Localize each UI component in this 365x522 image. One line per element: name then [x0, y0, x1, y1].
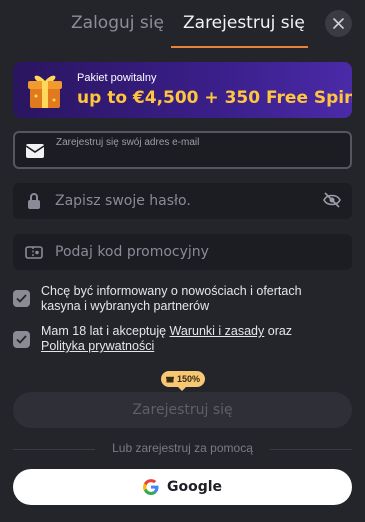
envelope-icon [25, 144, 45, 158]
terms-text-before: Mam 18 lat i akceptuję [41, 324, 170, 338]
newsletter-consent-row: Chcę być informowany o nowościach i ofer… [13, 284, 352, 316]
gift-icon [166, 376, 174, 383]
promo-code-placeholder: Podaj kod promocyjny [55, 244, 209, 260]
promo-code-field[interactable]: Podaj kod promocyjny [13, 234, 352, 270]
divider-text: Lub zarejestruj za pomocą [112, 441, 253, 455]
terms-link[interactable]: Warunki i zasady [170, 324, 265, 338]
terms-consent-text: Mam 18 lat i akceptuję Warunki i zasady … [41, 324, 341, 354]
email-field-label: Zarejestruj się swój adres e-mail [56, 137, 200, 148]
banner-offer: up to €4,500 + 350 Free Spins [77, 88, 352, 108]
newsletter-checkbox[interactable] [13, 290, 30, 307]
tab-register[interactable]: Zarejestruj się [183, 13, 305, 33]
banner-subtitle: Pakiet powitalny [77, 72, 157, 84]
google-icon [142, 479, 159, 495]
checkmark-icon [16, 294, 27, 303]
newsletter-consent-text: Chcę być informowany o nowościach i ofer… [41, 284, 302, 313]
privacy-policy-link[interactable]: Polityka prywatności [41, 339, 154, 353]
password-placeholder: Zapisz swoje hasło. [55, 193, 191, 209]
social-divider: Lub zarejestruj za pomocą [13, 441, 352, 455]
close-icon [333, 18, 344, 29]
divider-line-right [270, 449, 352, 450]
google-button-label: Google [166, 479, 223, 495]
google-signup-button[interactable]: Google [13, 469, 352, 505]
terms-text-middle: oraz [264, 324, 293, 338]
welcome-bonus-banner: Pakiet powitalny up to €4,500 + 350 Free… [13, 62, 352, 118]
tab-login[interactable]: Zaloguj się [71, 13, 164, 33]
lock-icon [28, 193, 40, 209]
close-button[interactable] [325, 10, 352, 37]
ticket-icon [25, 246, 43, 259]
email-field[interactable]: Zarejestruj się swój adres e-mail [13, 131, 352, 169]
auth-tabs: Zaloguj się Zarejestruj się [0, 0, 365, 48]
terms-consent-row: Mam 18 lat i akceptuję Warunki i zasady … [13, 324, 352, 356]
checkmark-icon [16, 335, 27, 344]
register-submit-button[interactable]: Zarejestruj się [13, 392, 352, 428]
password-field[interactable]: Zapisz swoje hasło. [13, 183, 352, 219]
eye-off-icon[interactable] [322, 191, 342, 209]
active-tab-indicator [171, 46, 308, 48]
gift-icon [28, 75, 62, 108]
bonus-percent-badge: 150% [161, 371, 206, 391]
terms-checkbox[interactable] [13, 331, 30, 348]
badge-text: 150% [177, 374, 201, 384]
